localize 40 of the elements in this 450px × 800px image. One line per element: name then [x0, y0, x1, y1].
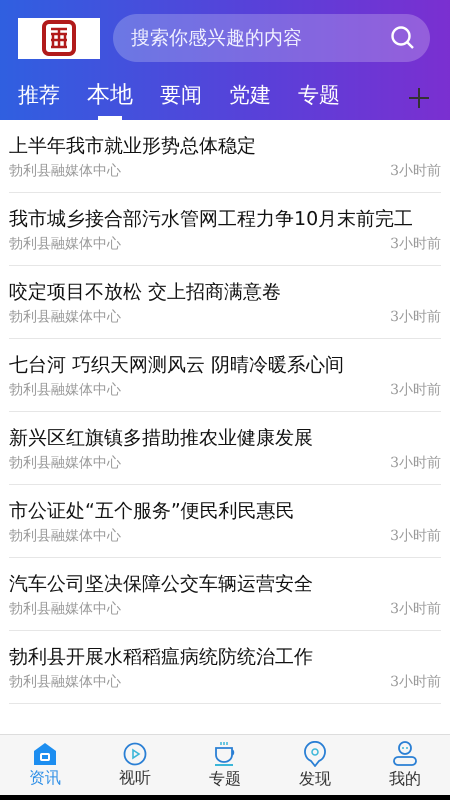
news-source: 勃利县融媒体中心 — [9, 600, 121, 618]
news-time: 3小时前 — [390, 600, 441, 618]
news-time: 3小时前 — [390, 673, 441, 691]
news-title[interactable]: 我市城乡接合部污水管网工程力争10月末前完工 — [9, 206, 441, 232]
category-tab[interactable]: 推荐 — [18, 76, 60, 118]
nav-tab[interactable]: 专题 — [190, 740, 260, 790]
user-icon — [392, 740, 418, 766]
news-time: 3小时前 — [390, 235, 441, 253]
home-icon — [33, 742, 57, 766]
news-title[interactable]: 新兴区红旗镇多措助推农业健康发展 — [9, 425, 441, 451]
news-time: 3小时前 — [390, 381, 441, 399]
news-title[interactable]: 咬定项目不放松 交上招商满意卷 — [9, 279, 441, 305]
search-icon[interactable] — [390, 25, 416, 51]
category-tab[interactable]: 本地 — [87, 75, 133, 120]
location-pin-icon — [304, 740, 326, 766]
news-source: 勃利县融媒体中心 — [9, 308, 121, 326]
nav-tab[interactable]: 我的 — [370, 740, 440, 790]
news-source: 勃利县融媒体中心 — [9, 673, 121, 691]
news-title[interactable]: 市公证处“五个服务”便民利民惠民 — [9, 498, 441, 524]
news-title[interactable]: 勃利县开展水稻稻瘟病统防统治工作 — [9, 644, 441, 670]
news-source: 勃利县融媒体中心 — [9, 235, 121, 253]
seal-logo-icon — [42, 20, 76, 56]
cup-icon — [213, 740, 237, 766]
news-source: 勃利县融媒体中心 — [9, 162, 121, 180]
nav-tab[interactable]: 视听 — [100, 742, 170, 788]
news-time: 3小时前 — [390, 308, 441, 326]
news-title[interactable]: 上半年我市就业形势总体稳定 — [9, 133, 441, 159]
news-time: 3小时前 — [390, 162, 441, 180]
news-source: 勃利县融媒体中心 — [9, 454, 121, 472]
news-title[interactable]: 七台河 巧织天网测风云 阴晴冷暖系心间 — [9, 352, 441, 378]
category-tab[interactable]: 专题 — [298, 76, 340, 118]
news-time: 3小时前 — [390, 454, 441, 472]
news-time: 3小时前 — [390, 527, 441, 545]
category-tab[interactable]: 要闻 — [160, 76, 202, 118]
news-source: 勃利县融媒体中心 — [9, 381, 121, 399]
nav-tab[interactable]: 发现 — [280, 740, 350, 790]
news-title[interactable]: 汽车公司坚决保障公交车辆运营安全 — [9, 571, 441, 597]
play-icon — [123, 742, 147, 766]
news-source: 勃利县融媒体中心 — [9, 527, 121, 545]
category-tab[interactable]: 党建 — [229, 76, 271, 118]
